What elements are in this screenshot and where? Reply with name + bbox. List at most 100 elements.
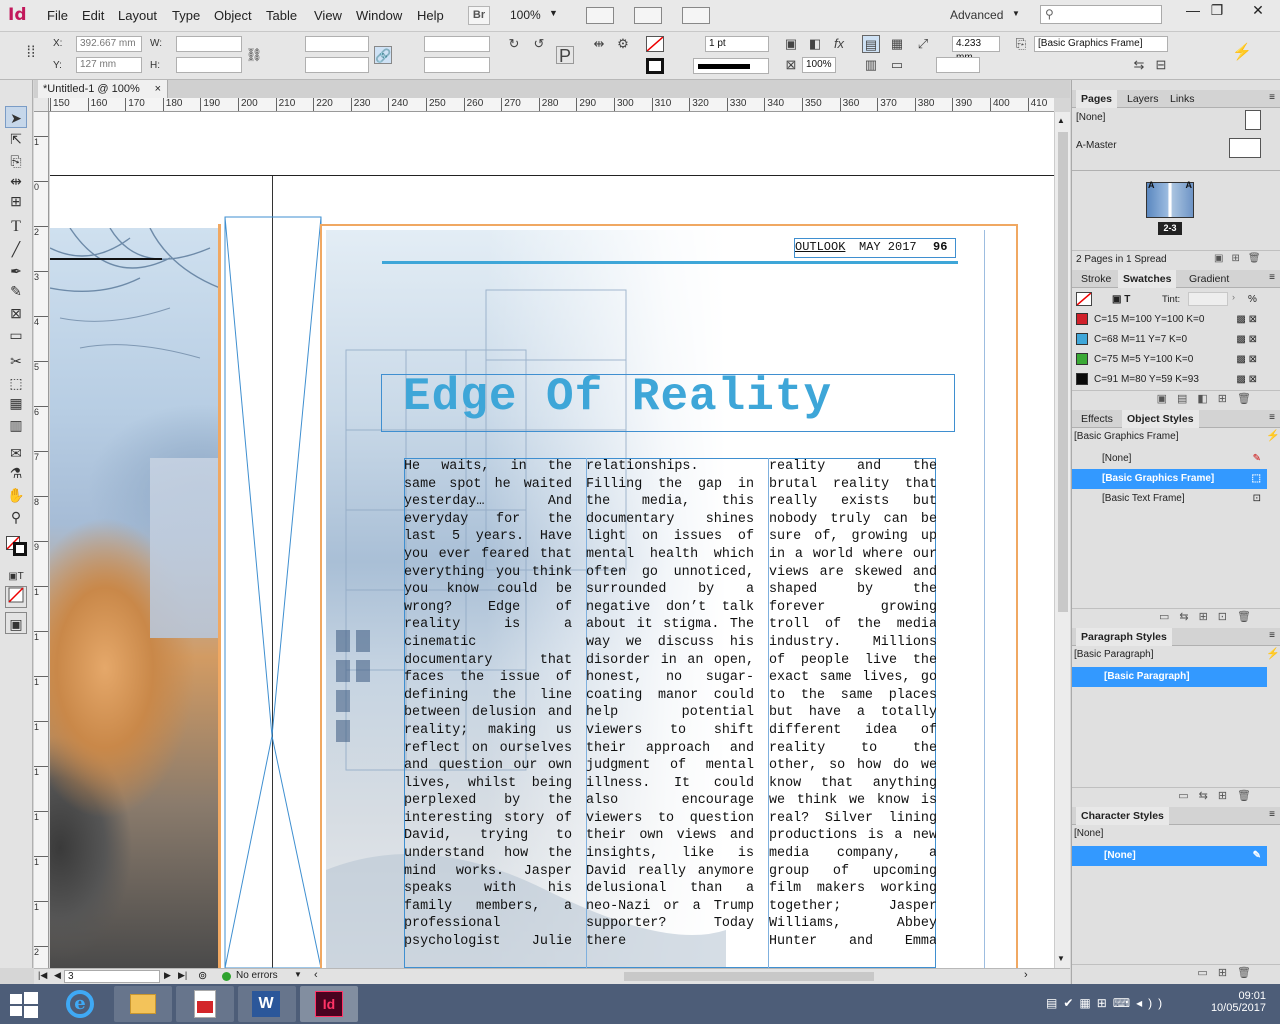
- paragraph-styles-footer-icons[interactable]: ▭⇆⊞🗑: [1072, 787, 1280, 805]
- word-icon[interactable]: W: [238, 986, 296, 1022]
- restore-button[interactable]: ❐: [1200, 0, 1234, 22]
- fit-frame-icon[interactable]: ▦: [888, 35, 906, 53]
- scroll-left-icon[interactable]: ‹: [314, 969, 318, 981]
- body-text-frame[interactable]: He waits, in the same spot he waited yes…: [404, 458, 936, 968]
- system-tray-icons[interactable]: ▤✔▦⊞⌨◂)): [1046, 996, 1168, 1010]
- panel-menu-icon[interactable]: ≡: [1269, 92, 1275, 103]
- line-tool-icon[interactable]: ╱: [5, 238, 27, 260]
- select-container-icon[interactable]: ⚙: [614, 35, 632, 53]
- fit-content-icon[interactable]: ▥: [862, 56, 880, 74]
- swatch-item[interactable]: C=75 M=5 Y=100 K=0 ▩ ⊠: [1072, 350, 1267, 370]
- menu-object[interactable]: Object: [214, 8, 252, 23]
- tab-swatches[interactable]: Swatches: [1118, 270, 1177, 288]
- align-stroke-icon[interactable]: ▤: [862, 35, 880, 53]
- close-button[interactable]: ✕: [1236, 0, 1280, 22]
- master-a[interactable]: A-Master: [1072, 136, 1267, 158]
- character-styles-footer-icons[interactable]: ▭⊞🗑: [1072, 964, 1280, 982]
- swatch-item[interactable]: C=68 M=11 Y=7 K=0 ▩ ⊠: [1072, 330, 1267, 350]
- formatting-affects-container-icon[interactable]: ▣T: [5, 566, 27, 588]
- object-style-item-selected[interactable]: [Basic Graphics Frame] ⬚: [1072, 469, 1267, 489]
- corner-options-select[interactable]: [936, 57, 980, 73]
- reference-point-icon[interactable]: ⁞⁞: [22, 44, 40, 62]
- fill-none-icon[interactable]: [1076, 292, 1092, 306]
- screen-mode-icon[interactable]: [634, 7, 662, 24]
- page-tool-icon[interactable]: ⎘: [5, 150, 27, 172]
- panel-menu-icon[interactable]: ≡: [1269, 630, 1275, 641]
- scroll-right-icon[interactable]: ›: [1024, 969, 1028, 981]
- flip-horizontal-icon[interactable]: ⇹: [590, 35, 608, 53]
- note-tool-icon[interactable]: ✉: [5, 442, 27, 464]
- selection-tool-icon[interactable]: ➤: [5, 106, 27, 128]
- free-transform-tool-icon[interactable]: ⬚: [5, 372, 27, 394]
- document-tab[interactable]: *Untitled-1 @ 100% ×: [38, 80, 168, 98]
- clear-overrides-icon[interactable]: ⇆: [1130, 56, 1148, 74]
- next-page-icon[interactable]: ▶: [164, 970, 171, 981]
- file-explorer-icon[interactable]: [114, 986, 172, 1022]
- spread-thumbnail[interactable]: A A: [1146, 180, 1194, 218]
- scissors-tool-icon[interactable]: ✂: [5, 350, 27, 372]
- scroll-down-icon[interactable]: ▼: [1057, 954, 1065, 963]
- type-on-path-icon[interactable]: P: [556, 46, 574, 65]
- x-position-field[interactable]: 392.667 mm: [76, 36, 142, 52]
- swatch-item[interactable]: C=91 M=80 Y=59 K=93 ▩ ⊠: [1072, 370, 1267, 390]
- shear-field[interactable]: [424, 57, 490, 73]
- gradient-swatch-tool-icon[interactable]: ▦: [5, 392, 27, 414]
- stroke-type-select[interactable]: [693, 58, 769, 74]
- shadow-icon[interactable]: ◧: [806, 35, 824, 53]
- workspace-switcher[interactable]: Advanced: [950, 8, 1003, 22]
- zoom-tool-icon[interactable]: ⚲: [5, 506, 27, 528]
- scale-y-field[interactable]: [305, 57, 369, 73]
- menu-file[interactable]: File: [47, 8, 68, 23]
- quick-apply-icon[interactable]: ⚡: [1266, 429, 1280, 442]
- prev-page-icon[interactable]: ◀: [54, 970, 61, 981]
- tab-layers[interactable]: Layers: [1122, 90, 1164, 108]
- master-none[interactable]: [None]: [1072, 108, 1267, 130]
- view-options-icon[interactable]: [586, 7, 614, 24]
- close-tab-icon[interactable]: ×: [155, 80, 161, 98]
- quick-apply-icon[interactable]: ⚡: [1232, 44, 1252, 62]
- tint-field[interactable]: [1188, 292, 1228, 306]
- type-tool-icon[interactable]: T: [5, 216, 27, 238]
- apply-none-icon[interactable]: [5, 586, 27, 608]
- panel-menu-icon[interactable]: ≡: [1269, 272, 1275, 283]
- zoom-level[interactable]: 100%: [510, 8, 541, 22]
- left-page-photo[interactable]: [50, 228, 220, 968]
- tint-arrow-icon[interactable]: ›: [1232, 292, 1235, 302]
- offset-field[interactable]: 4.233 mm: [952, 36, 1000, 63]
- internet-explorer-icon[interactable]: e: [52, 986, 110, 1022]
- paragraph-style-item-selected[interactable]: [Basic Paragraph]: [1072, 667, 1267, 687]
- constrain-proportions-icon[interactable]: ⛓: [245, 46, 263, 64]
- menu-layout[interactable]: Layout: [118, 8, 157, 23]
- screen-mode-tool-icon[interactable]: ▣: [5, 612, 27, 634]
- swatches-footer-icons[interactable]: ▣▤◧⊞🗑: [1072, 390, 1280, 408]
- panel-menu-icon[interactable]: ≡: [1269, 809, 1275, 820]
- menu-type[interactable]: Type: [172, 8, 200, 23]
- stroke-box-icon[interactable]: [13, 542, 27, 556]
- scale-x-field[interactable]: [305, 36, 369, 52]
- panel-menu-icon[interactable]: ≡: [1269, 412, 1275, 423]
- quick-apply-icon[interactable]: ⚡: [1266, 647, 1280, 660]
- hand-tool-icon[interactable]: ✋: [5, 484, 27, 506]
- pdf-reader-icon[interactable]: [176, 986, 234, 1022]
- chevron-down-icon[interactable]: ▼: [1012, 9, 1020, 18]
- header-frame[interactable]: OUTLOOK MAY 2017 96: [794, 238, 956, 258]
- menu-edit[interactable]: Edit: [82, 8, 104, 23]
- stroke-swatch-icon[interactable]: [646, 58, 664, 74]
- direct-selection-tool-icon[interactable]: ⇱: [5, 128, 27, 150]
- clear-attributes-icon[interactable]: ⊟: [1152, 56, 1170, 74]
- tab-object-styles[interactable]: Object Styles: [1122, 410, 1199, 428]
- height-field[interactable]: [176, 57, 242, 73]
- menu-window[interactable]: Window: [356, 8, 402, 23]
- object-styles-footer-icons[interactable]: ▭⇆⊞⊡🗑: [1072, 608, 1280, 626]
- character-style-item-selected[interactable]: [None] ✎: [1072, 846, 1267, 866]
- rectangle-tool-icon[interactable]: ▭: [5, 324, 27, 346]
- center-content-icon[interactable]: ▭: [888, 56, 906, 74]
- preflight-icon[interactable]: ⊚: [198, 969, 207, 982]
- opacity-field[interactable]: 100%: [802, 57, 836, 73]
- scroll-thumb[interactable]: [1058, 132, 1068, 612]
- rectangle-frame-tool-icon[interactable]: ⊠: [5, 302, 27, 324]
- last-page-icon[interactable]: ▶|: [178, 970, 187, 981]
- title-frame[interactable]: Edge Of Reality: [381, 371, 955, 432]
- menu-help[interactable]: Help: [417, 8, 444, 23]
- preflight-status[interactable]: No errors: [236, 970, 278, 981]
